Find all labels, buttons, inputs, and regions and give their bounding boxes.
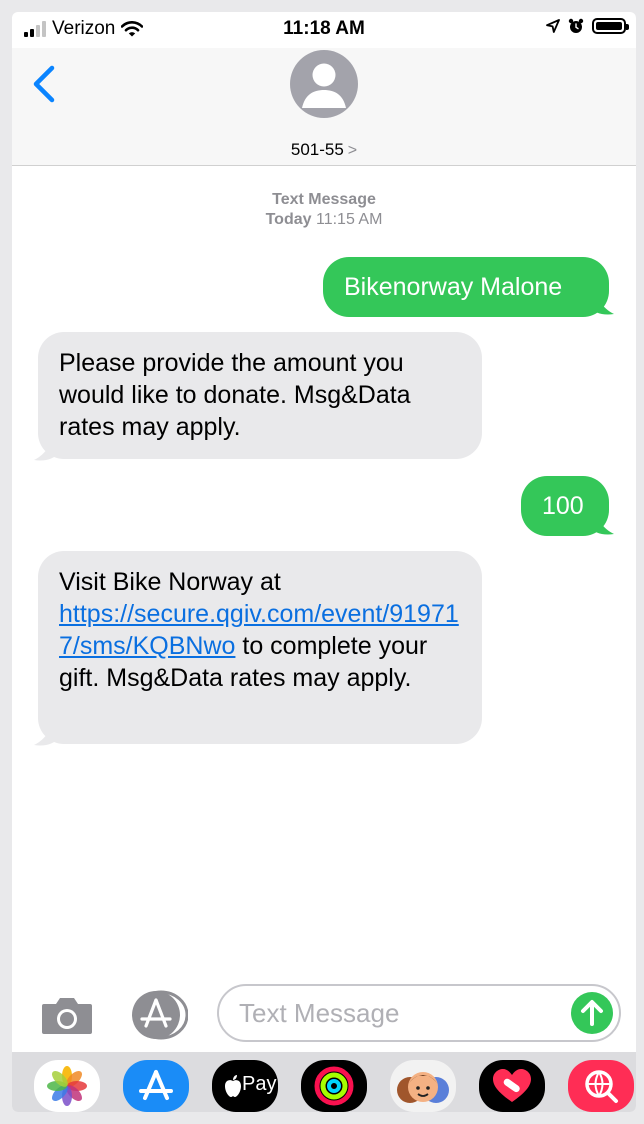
contact-name-button[interactable]: 501-55 >	[12, 140, 636, 160]
memoji-app-button[interactable]	[390, 1060, 456, 1112]
apple-pay-icon	[225, 1075, 241, 1097]
back-button[interactable]	[28, 62, 64, 106]
back-chevron-icon	[33, 65, 55, 103]
status-right	[546, 18, 629, 34]
search-globe-app-button[interactable]	[568, 1060, 634, 1112]
send-button[interactable]	[571, 992, 613, 1034]
app-store-icon	[132, 990, 189, 1040]
message-bubble-outgoing[interactable]: 100	[521, 476, 609, 536]
memoji-icon	[397, 1072, 449, 1103]
app-store-app-button[interactable]	[123, 1060, 189, 1112]
photos-app-button[interactable]	[34, 1060, 100, 1112]
message-type-label: Text Message	[272, 191, 376, 208]
message-text: Visit Bike Norway at	[59, 568, 281, 596]
app-dock: Pay	[12, 1052, 636, 1112]
battery-icon	[592, 18, 629, 34]
activity-icon	[314, 1066, 354, 1106]
send-arrow-icon	[581, 1000, 603, 1026]
message-day-label: Today	[265, 211, 312, 228]
chevron-right-icon: >	[347, 142, 358, 159]
phone-screen: Verizon 11:18 AM 501-55 > Text Message T…	[12, 12, 636, 1112]
app-store-icon	[139, 1070, 173, 1100]
message-bubble-incoming[interactable]: Please provide the amount you would like…	[38, 332, 482, 459]
message-thread[interactable]: Text Message Today 11:15 AM Bikenorway M…	[12, 166, 636, 978]
message-text: 100	[542, 492, 584, 520]
apple-pay-label: Pay	[242, 1073, 277, 1095]
camera-button[interactable]	[40, 996, 94, 1036]
status-bar: Verizon 11:18 AM	[12, 12, 636, 48]
compose-bar	[12, 978, 636, 1052]
status-time: 11:18 AM	[283, 18, 365, 39]
alarm-icon	[568, 18, 584, 33]
conversation-header: 501-55 >	[12, 48, 636, 166]
search-globe-icon	[585, 1070, 618, 1103]
location-arrow-icon	[546, 19, 560, 33]
heart-sticker-app-button[interactable]	[479, 1060, 545, 1112]
message-text: Please provide the amount you would like…	[59, 349, 411, 441]
activity-app-button[interactable]	[301, 1060, 367, 1112]
app-drawer-button[interactable]	[128, 990, 189, 1040]
contact-avatar-icon[interactable]	[290, 50, 358, 118]
message-input[interactable]	[239, 986, 539, 1040]
message-text: Bikenorway Malone	[344, 273, 563, 301]
thread-meta: Text Message Today 11:15 AM	[12, 190, 636, 230]
camera-icon	[42, 998, 92, 1034]
photos-icon	[47, 1066, 87, 1106]
message-bubble-outgoing[interactable]: Bikenorway Malone	[323, 257, 609, 317]
apple-pay-app-button[interactable]: Pay	[212, 1060, 278, 1112]
heart-sticker-icon	[493, 1069, 531, 1102]
message-bubble-incoming[interactable]: Visit Bike Norway at https://secure.qgiv…	[38, 551, 482, 744]
message-time-label: 11:15 AM	[315, 211, 383, 228]
message-input-field[interactable]	[217, 984, 621, 1042]
contact-name: 501-55	[290, 140, 344, 159]
